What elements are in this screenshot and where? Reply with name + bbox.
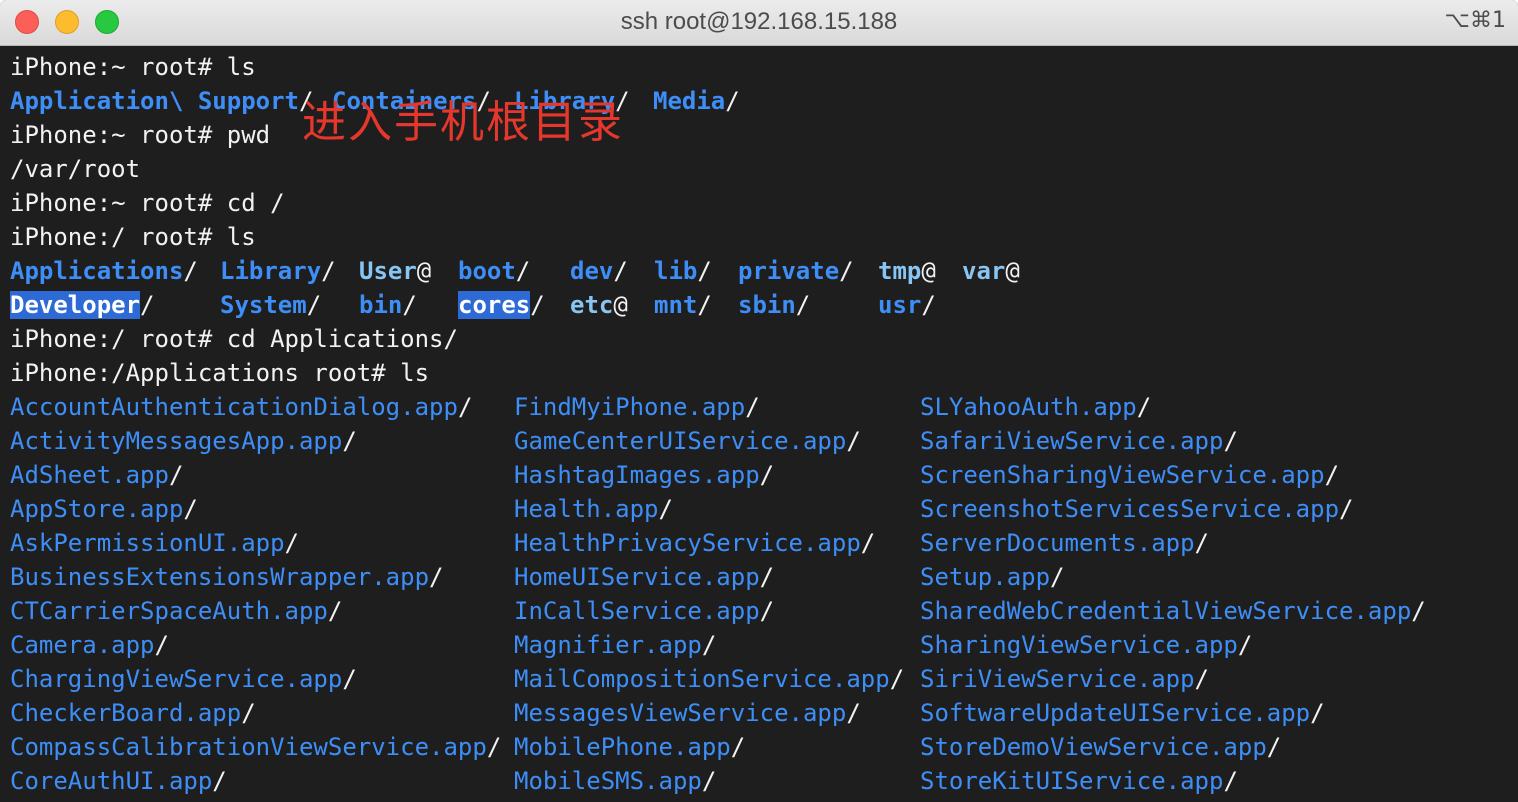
app-entry: ScreenSharingViewService.app/ — [920, 461, 1340, 489]
app-entry: AccountAuthenticationDialog.app/ — [10, 393, 473, 421]
app-entry: StoreDemoViewService.app/ — [920, 733, 1282, 761]
app-entry: SLYahooAuth.app/ — [920, 393, 1152, 421]
app-entry: MailCompositionService.app/ — [514, 665, 905, 693]
ls-entry: Library/ — [220, 257, 336, 285]
ls-entry: mnt/ — [654, 291, 712, 319]
ls-entry: tmp@ — [878, 257, 936, 285]
app-entry: HealthPrivacyService.app/ — [514, 529, 876, 557]
app-entry: AdSheet.app/ — [10, 461, 184, 489]
ls-entry: private/ — [738, 257, 854, 285]
app-entry: CompassCalibrationViewService.app/ — [10, 733, 502, 761]
ls-entry: lib/ — [654, 257, 712, 285]
app-entry: MessagesViewService.app/ — [514, 699, 861, 727]
app-entry: AppStore.app/ — [10, 495, 198, 523]
app-entry: SafariViewService.app/ — [920, 427, 1238, 455]
command-line: iPhone:/ root# cd Applications/ — [10, 325, 458, 353]
ls-entry: bin/ — [359, 291, 417, 319]
app-entry: BusinessExtensionsWrapper.app/ — [10, 563, 444, 591]
command-line: iPhone:~ root# cd / — [10, 189, 285, 217]
ls-entry: boot/ — [458, 257, 531, 285]
app-entry: CheckerBoard.app/ — [10, 699, 256, 727]
ls-entry: Developer/ — [10, 291, 155, 319]
ls-entry: Media/ — [653, 87, 740, 115]
app-entry: ActivityMessagesApp.app/ — [10, 427, 357, 455]
output-line: /var/root — [10, 155, 141, 183]
ls-entry: User@ — [359, 257, 432, 285]
command-line: iPhone:~ root# ls — [10, 53, 256, 81]
app-entry: SharingViewService.app/ — [920, 631, 1253, 659]
app-entry: MobilePhone.app/ — [514, 733, 746, 761]
ls-entry: etc@ — [570, 291, 628, 319]
ls-entry: var@ — [962, 257, 1020, 285]
app-entry: CoreAuthUI.app/ — [10, 767, 227, 795]
app-entry: HashtagImages.app/ — [514, 461, 775, 489]
app-entry: Health.app/ — [514, 495, 673, 523]
annotation-text: 进入手机根目录 — [302, 97, 624, 148]
app-entry: Setup.app/ — [920, 563, 1065, 591]
app-entry: StoreKitUIService.app/ — [920, 767, 1238, 795]
app-entry: CTCarrierSpaceAuth.app/ — [10, 597, 343, 625]
terminal-window: ssh root@192.168.15.188 ⌥⌘1 iPhone:~ roo… — [0, 0, 1518, 802]
window-shortcut: ⌥⌘1 — [1444, 8, 1506, 33]
app-entry: ScreenshotServicesService.app/ — [920, 495, 1354, 523]
terminal-output[interactable]: iPhone:~ root# ls Application\ Support/ … — [0, 46, 1518, 802]
ls-entry: Application\ Support/ — [10, 87, 314, 115]
window-title: ssh root@192.168.15.188 — [620, 8, 898, 35]
app-entry: FindMyiPhone.app/ — [514, 393, 760, 421]
ls-entry: dev/ — [570, 257, 628, 285]
ls-entry: Applications/ — [10, 257, 198, 285]
app-entry: GameCenterUIService.app/ — [514, 427, 861, 455]
app-entry: SharedWebCredentialViewService.app/ — [920, 597, 1426, 625]
app-entry: InCallService.app/ — [514, 597, 775, 625]
app-entry: AskPermissionUI.app/ — [10, 529, 299, 557]
app-entry: Camera.app/ — [10, 631, 169, 659]
ls-entry: usr/ — [878, 291, 936, 319]
app-entry: Magnifier.app/ — [514, 631, 717, 659]
app-entry: ServerDocuments.app/ — [920, 529, 1209, 557]
app-entry: MobileSMS.app/ — [514, 767, 717, 795]
app-entry: HomeUIService.app/ — [514, 563, 775, 591]
app-entry: ChargingViewService.app/ — [10, 665, 357, 693]
command-line: iPhone:/ root# ls — [10, 223, 256, 251]
ls-entry: cores/ — [458, 291, 545, 319]
app-entry: SiriViewService.app/ — [920, 665, 1209, 693]
command-line: iPhone:~ root# pwd — [10, 121, 271, 149]
app-entry: SoftwareUpdateUIService.app/ — [920, 699, 1325, 727]
command-line: iPhone:/Applications root# ls — [10, 359, 430, 387]
ls-entry: System/ — [220, 291, 322, 319]
ls-entry: sbin/ — [738, 291, 811, 319]
title-bar[interactable]: ssh root@192.168.15.188 ⌥⌘1 — [0, 0, 1518, 46]
